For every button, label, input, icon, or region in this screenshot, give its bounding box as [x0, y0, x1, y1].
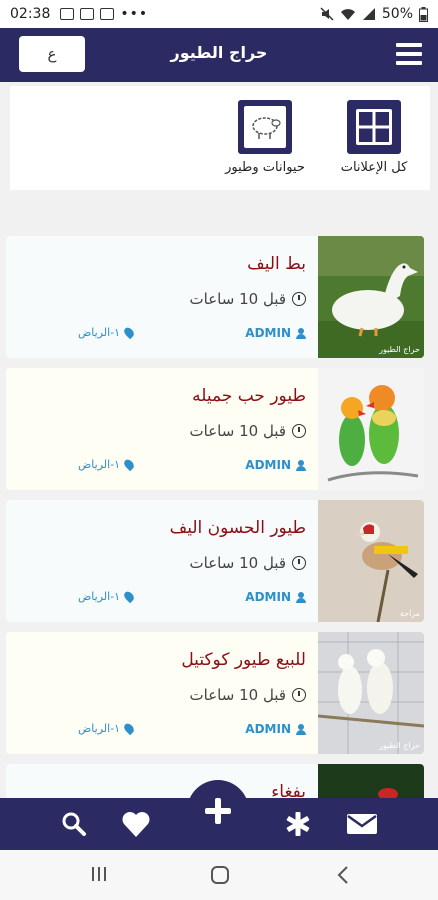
- add-listing-button[interactable]: [187, 780, 249, 842]
- listing-author-text: ADMIN: [245, 458, 291, 472]
- location-pin-icon: [122, 589, 136, 604]
- app-header: ع حراج الطيور: [0, 28, 438, 82]
- category-all-ads[interactable]: كل الإعلانات: [334, 100, 414, 175]
- clock-icon: [292, 556, 306, 570]
- listing-card[interactable]: حراج الطيور بط اليف قبل 10 ساعات ADMIN ١…: [6, 236, 424, 358]
- recent-apps-icon[interactable]: [90, 865, 108, 887]
- heart-icon[interactable]: [120, 808, 152, 840]
- listing-time-text: قبل 10 ساعات: [189, 686, 286, 704]
- asterisk-icon[interactable]: [282, 808, 314, 840]
- sheep-icon: [238, 100, 292, 154]
- category-bar: كل الإعلانات حيوانات وطيور: [10, 86, 430, 190]
- notification-icon: [60, 8, 75, 20]
- listing-title: طيور الحسون اليف: [169, 518, 306, 538]
- lovebirds-photo: [318, 368, 424, 490]
- listing-location-text: ١-الرياض: [78, 590, 121, 603]
- listing-author[interactable]: ADMIN: [245, 458, 306, 472]
- listing-title: للبيع طيور كوكتيل: [181, 650, 306, 670]
- notification-icon: [100, 8, 115, 20]
- category-label: كل الإعلانات: [340, 160, 408, 175]
- listing-time: قبل 10 ساعات: [190, 686, 306, 704]
- listing-author[interactable]: ADMIN: [245, 722, 306, 736]
- duck-photo: حراج الطيور: [318, 236, 424, 358]
- home-icon[interactable]: [210, 865, 230, 889]
- listing-title: طيور حب جميله: [192, 386, 306, 406]
- add-icon-vertical: [215, 798, 221, 824]
- more-notifications-icon: •••: [120, 6, 149, 22]
- category-animals-birds[interactable]: حيوانات وطيور: [210, 100, 320, 175]
- menu-icon[interactable]: [396, 43, 422, 65]
- status-notification-icons: •••: [60, 6, 148, 22]
- battery-percent: 50%: [381, 6, 413, 22]
- listing-time: قبل 10 ساعات: [190, 554, 306, 572]
- battery-icon: [419, 6, 428, 22]
- listing-card[interactable]: مزاجة طيور الحسون اليف قبل 10 ساعات ADMI…: [6, 500, 424, 622]
- listing-card[interactable]: حراج الطيور للبيع طيور كوكتيل قبل 10 ساع…: [6, 632, 424, 754]
- location-pin-icon: [122, 325, 136, 340]
- user-icon: [296, 591, 306, 603]
- location-pin-icon: [122, 721, 136, 736]
- page-title: حراج الطيور: [170, 43, 268, 62]
- search-icon[interactable]: [58, 808, 90, 840]
- listing-title: بط اليف: [247, 254, 306, 274]
- listing-location[interactable]: ١-الرياض: [78, 325, 136, 340]
- listing-location-text: ١-الرياض: [78, 326, 121, 339]
- user-icon: [296, 327, 306, 339]
- status-time: 02:38: [10, 6, 51, 22]
- android-nav-bar: [0, 850, 438, 900]
- back-icon[interactable]: [336, 865, 350, 889]
- mute-icon: [320, 7, 334, 21]
- image-watermark: حراج الطيور: [379, 345, 420, 354]
- listing-location-text: ١-الرياض: [78, 458, 121, 471]
- image-watermark: حراج الطيور: [379, 741, 420, 750]
- notification-icon: [80, 8, 95, 20]
- listing-card[interactable]: طيور حب جميله قبل 10 ساعات ADMIN ١-الريا…: [6, 368, 424, 490]
- listing-time: قبل 10 ساعات: [190, 290, 306, 308]
- listing-location[interactable]: ١-الرياض: [78, 721, 136, 736]
- listing-author-text: ADMIN: [245, 590, 291, 604]
- listing-author-text: ADMIN: [245, 722, 291, 736]
- clock-icon: [292, 292, 306, 306]
- clock-icon: [292, 688, 306, 702]
- mail-icon[interactable]: [346, 808, 378, 840]
- listing-author[interactable]: ADMIN: [245, 590, 306, 604]
- category-label: حيوانات وطيور: [225, 160, 305, 175]
- grid-icon: [347, 100, 401, 154]
- user-icon: [296, 723, 306, 735]
- listing-author[interactable]: ADMIN: [245, 326, 306, 340]
- clock-icon: [292, 424, 306, 438]
- status-right: 50%: [320, 6, 428, 22]
- user-icon: [296, 459, 306, 471]
- location-pin-icon: [122, 457, 136, 472]
- listing-time-text: قبل 10 ساعات: [189, 290, 286, 308]
- image-watermark: مزاجة: [399, 609, 420, 618]
- listing-location-text: ١-الرياض: [78, 722, 121, 735]
- listing-time-text: قبل 10 ساعات: [189, 554, 286, 572]
- listing-time-text: قبل 10 ساعات: [189, 422, 286, 440]
- listing-location[interactable]: ١-الرياض: [78, 457, 136, 472]
- wifi-icon: [340, 9, 355, 20]
- listing-time: قبل 10 ساعات: [190, 422, 306, 440]
- goldfinch-photo: مزاجة: [318, 500, 424, 622]
- listing-author-text: ADMIN: [245, 326, 291, 340]
- listing-location[interactable]: ١-الرياض: [78, 589, 136, 604]
- cockatiel-photo: حراج الطيور: [318, 632, 424, 754]
- signal-icon: [362, 8, 375, 20]
- status-bar: 02:38 ••• 50%: [0, 0, 438, 28]
